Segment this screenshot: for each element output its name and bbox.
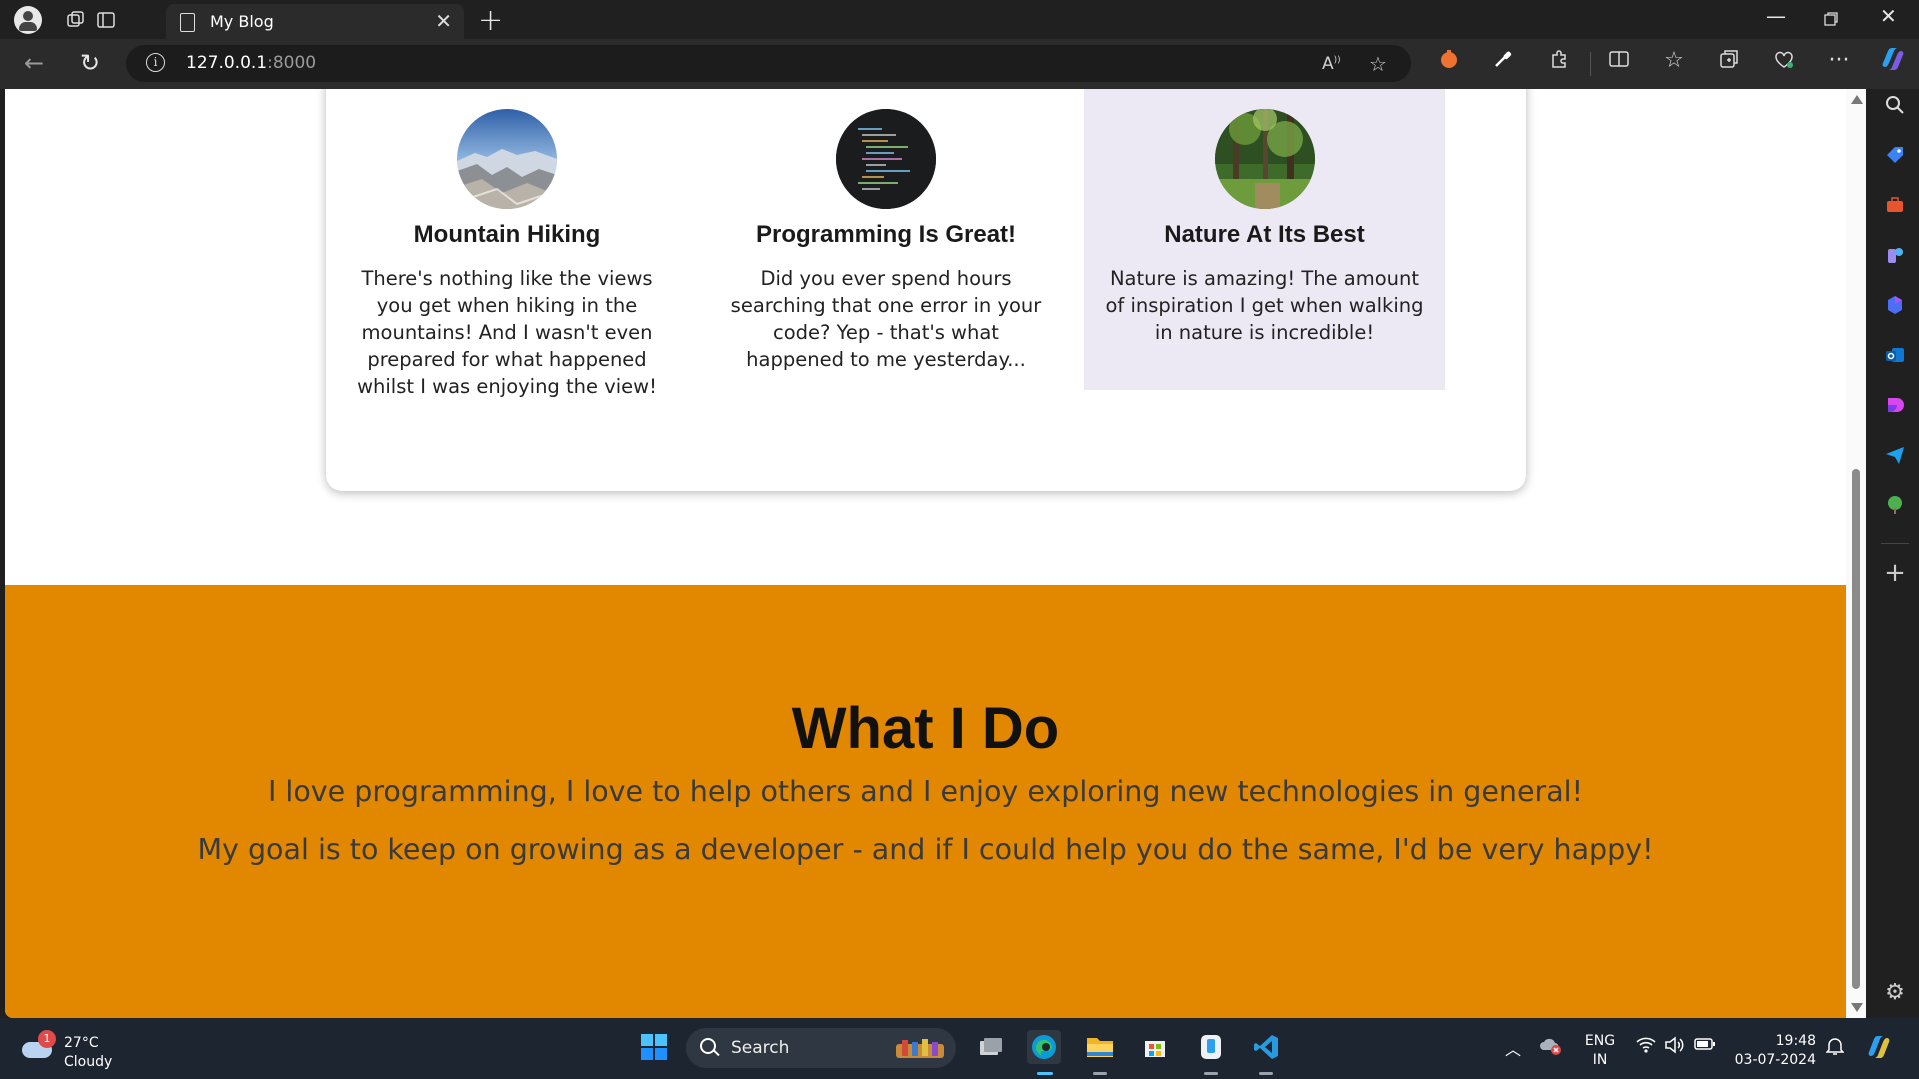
- scrollbar-thumb[interactable]: [1852, 469, 1860, 989]
- read-aloud-icon[interactable]: A)): [1322, 54, 1341, 74]
- page-scrollbar[interactable]: [1846, 89, 1866, 1018]
- url-text[interactable]: 127.0.0.1:8000: [186, 53, 316, 73]
- notifications-bell-icon[interactable]: [1825, 1036, 1845, 1060]
- phone-link-icon[interactable]: [1194, 1030, 1228, 1064]
- sidebar-settings-gear-icon[interactable]: ⚙: [1881, 978, 1909, 1006]
- post-title[interactable]: Mountain Hiking: [326, 221, 688, 249]
- edge-running-indicator: [1037, 1072, 1053, 1075]
- task-view-icon[interactable]: [974, 1030, 1008, 1064]
- send-telegram-icon[interactable]: [1881, 441, 1909, 469]
- refresh-icon[interactable]: ↻: [74, 49, 106, 77]
- section-paragraph-1: I love programming, I love to help other…: [267, 775, 1584, 808]
- minimize-icon[interactable]: —: [1766, 4, 1786, 28]
- post-excerpt: There's nothing like the views you get w…: [357, 267, 657, 398]
- mountain-photo[interactable]: [457, 109, 557, 209]
- favorite-star-icon[interactable]: ☆: [1369, 52, 1387, 76]
- post-card-mountain-hiking[interactable]: Mountain Hiking There's nothing like the…: [326, 89, 688, 398]
- copilot-icon[interactable]: [1878, 45, 1908, 79]
- clock-date: 03-07-2024: [1734, 1052, 1816, 1068]
- system-clock[interactable]: 19:48 03-07-2024: [1734, 1032, 1816, 1070]
- onedrive-error-icon[interactable]: [1540, 1036, 1564, 1060]
- lang-region: IN: [1592, 1052, 1608, 1068]
- weather-temp: 27°C: [64, 1035, 99, 1051]
- workspaces-icon[interactable]: [62, 6, 90, 34]
- search-highlight-art-icon: [894, 1036, 946, 1064]
- close-window-icon[interactable]: ✕: [1880, 4, 1897, 28]
- vscode-icon[interactable]: [1249, 1030, 1283, 1064]
- clock-time: 19:48: [1775, 1033, 1816, 1049]
- show-hidden-icons-chevron-icon[interactable]: ︿: [1505, 1036, 1521, 1060]
- add-sidebar-app-icon[interactable]: +: [1881, 558, 1909, 588]
- tree-icon[interactable]: [1881, 491, 1909, 519]
- favorites-icon[interactable]: ☆: [1659, 48, 1689, 73]
- browser-essentials-icon[interactable]: [1769, 48, 1799, 76]
- extension-orange-icon[interactable]: [1434, 48, 1464, 76]
- sidebar-divider: [1881, 543, 1909, 544]
- phone-link-running-indicator: [1204, 1072, 1218, 1075]
- toolbar-divider: [1590, 52, 1591, 76]
- sidebar-search-icon[interactable]: [1881, 91, 1909, 119]
- designer-icon[interactable]: [1881, 391, 1909, 419]
- post-card-nature[interactable]: Nature At Its Best Nature is amazing! Th…: [1084, 89, 1445, 390]
- start-windows-icon[interactable]: [637, 1030, 671, 1064]
- latest-posts-card: Mountain Hiking There's nothing like the…: [326, 89, 1526, 491]
- input-language-indicator[interactable]: ENG IN: [1582, 1032, 1618, 1070]
- tab-my-blog[interactable]: My Blog ✕: [166, 4, 464, 40]
- post-card-programming[interactable]: Programming Is Great! Did you ever spend…: [705, 89, 1067, 390]
- explorer-running-indicator: [1093, 1072, 1107, 1075]
- page-viewport: Mountain Hiking There's nothing like the…: [5, 89, 1866, 1018]
- site-info-icon[interactable]: i: [146, 53, 165, 72]
- tab-title: My Blog: [210, 12, 274, 31]
- page-icon: [180, 13, 195, 32]
- url-port: :8000: [267, 53, 317, 73]
- edge-browser-icon[interactable]: [1027, 1030, 1061, 1064]
- vertical-tabs-icon[interactable]: [92, 6, 120, 34]
- search-icon: [700, 1038, 716, 1054]
- browser-toolbar: ← ↻ i 127.0.0.1:8000 A)) ☆ ☆ ···: [0, 39, 1919, 89]
- scroll-down-arrow-icon[interactable]: [1851, 1003, 1863, 1012]
- battery-icon[interactable]: [1694, 1036, 1716, 1056]
- section-heading: What I Do: [791, 696, 1060, 761]
- games-icon[interactable]: [1881, 241, 1909, 269]
- scroll-up-arrow-icon[interactable]: [1851, 95, 1863, 104]
- windows-taskbar: 1 27°C Cloudy Search ︿ ENG IN 19:48 03-0…: [0, 1018, 1919, 1079]
- weather-desc: Cloudy: [64, 1054, 113, 1070]
- url-host: 127.0.0.1: [186, 53, 268, 73]
- extensions-icon[interactable]: [1544, 48, 1574, 76]
- file-explorer-icon[interactable]: [1083, 1030, 1117, 1064]
- notification-badge: 1: [38, 1030, 56, 1048]
- copilot-taskbar-icon[interactable]: [1864, 1032, 1894, 1066]
- outlook-icon[interactable]: [1881, 341, 1909, 369]
- what-i-do-section: What I Do I love programming, I love to …: [5, 585, 1846, 1018]
- shopping-tag-icon[interactable]: [1881, 141, 1909, 169]
- volume-icon[interactable]: [1664, 1036, 1684, 1058]
- post-title[interactable]: Programming Is Great!: [705, 221, 1067, 249]
- eyedropper-icon[interactable]: [1488, 48, 1518, 76]
- search-placeholder: Search: [731, 1038, 790, 1058]
- copilot-sidebar-icon[interactable]: [1881, 291, 1909, 319]
- settings-more-icon[interactable]: ···: [1824, 48, 1854, 73]
- address-bar[interactable]: i 127.0.0.1:8000 A)) ☆: [126, 45, 1411, 82]
- close-tab-icon[interactable]: ✕: [435, 9, 452, 33]
- post-title[interactable]: Nature At Its Best: [1084, 221, 1445, 249]
- back-icon[interactable]: ←: [18, 49, 50, 77]
- microsoft-store-icon[interactable]: [1138, 1030, 1172, 1064]
- code-photo[interactable]: [836, 109, 936, 209]
- post-excerpt: Did you ever spend hours searching that …: [730, 267, 1042, 371]
- taskbar-search-box[interactable]: Search: [686, 1028, 956, 1068]
- edge-sidebar: + ⚙: [1871, 89, 1919, 1018]
- split-screen-icon[interactable]: [1604, 48, 1634, 76]
- collections-icon[interactable]: [1714, 48, 1744, 76]
- forest-photo[interactable]: [1214, 109, 1315, 209]
- restore-icon[interactable]: [1824, 7, 1838, 31]
- profile-avatar-icon[interactable]: [14, 6, 42, 34]
- post-excerpt: Nature is amazing! The amount of inspira…: [1105, 267, 1424, 344]
- new-tab-icon[interactable]: +: [478, 3, 503, 38]
- wifi-icon[interactable]: [1636, 1036, 1656, 1058]
- lang-code: ENG: [1584, 1033, 1616, 1049]
- vscode-running-indicator: [1259, 1072, 1273, 1075]
- browser-title-bar: My Blog ✕ + — ✕: [0, 0, 1919, 40]
- tools-briefcase-icon[interactable]: [1881, 191, 1909, 219]
- section-paragraph-2: My goal is to keep on growing as a devel…: [197, 833, 1654, 866]
